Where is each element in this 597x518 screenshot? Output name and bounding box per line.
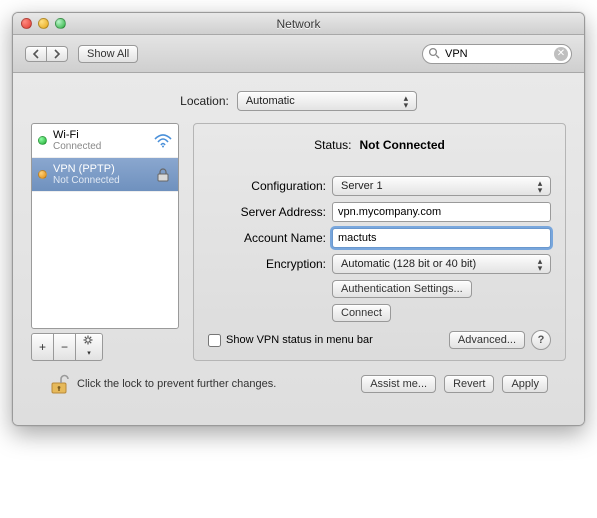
status-value: Not Connected [360, 138, 445, 152]
show-vpn-status-checkbox[interactable]: Show VPN status in menu bar [208, 334, 373, 347]
location-value: Automatic [246, 95, 295, 107]
lock-text: Click the lock to prevent further change… [77, 378, 276, 390]
advanced-button[interactable]: Advanced... [449, 331, 525, 349]
encryption-label: Encryption: [208, 257, 326, 271]
sidebar: Wi-Fi Connected VPN (PPTP) Not Connected [31, 123, 179, 361]
toolbar: Show All ✕ [13, 35, 584, 73]
search-field-wrap: ✕ [422, 44, 572, 64]
encryption-value: Automatic (128 bit or 40 bit) [341, 258, 476, 270]
location-select[interactable]: Automatic ▴▾ [237, 91, 417, 111]
help-button[interactable]: ? [531, 330, 551, 350]
show-vpn-status-checkbox-input[interactable] [208, 334, 221, 347]
clear-search-button[interactable]: ✕ [554, 47, 568, 61]
forward-button[interactable] [47, 46, 68, 62]
gear-icon [83, 335, 95, 345]
detail-panel: Status: Not Connected Configuration: Ser… [193, 123, 566, 361]
search-icon [428, 47, 441, 60]
updown-arrows-icon: ▴▾ [534, 258, 546, 272]
status-row: Status: Not Connected [208, 138, 551, 152]
list-item-text: Wi-Fi Connected [53, 129, 148, 152]
configuration-label: Configuration: [208, 179, 326, 193]
window-title: Network [13, 17, 584, 31]
updown-arrows-icon: ▴▾ [534, 180, 546, 194]
wifi-icon [154, 134, 172, 148]
revert-button[interactable]: Revert [444, 375, 494, 393]
add-interface-button[interactable]: + [31, 333, 54, 361]
network-prefs-window: Network Show All ✕ Location: Automatic ▴… [12, 12, 585, 426]
chevron-left-icon [32, 49, 40, 59]
status-dot-icon [38, 170, 47, 179]
chevron-right-icon [53, 49, 61, 59]
remove-interface-button[interactable]: − [54, 333, 76, 361]
interface-status: Not Connected [53, 175, 148, 186]
interface-status: Connected [53, 141, 148, 152]
updown-arrows-icon: ▴▾ [400, 95, 412, 109]
titlebar: Network [13, 13, 584, 35]
vpn-form: Configuration: Server 1 ▴▾ Server Addres… [208, 176, 551, 322]
account-name-label: Account Name: [208, 231, 326, 245]
minimize-window-button[interactable] [38, 18, 49, 29]
interface-name: Wi-Fi [53, 129, 148, 141]
status-dot-icon [38, 136, 47, 145]
authentication-settings-button[interactable]: Authentication Settings... [332, 280, 472, 298]
detail-bottom-row: Show VPN status in menu bar Advanced... … [208, 322, 551, 350]
panel-row: Wi-Fi Connected VPN (PPTP) Not Connected [31, 123, 566, 361]
show-vpn-status-label: Show VPN status in menu bar [226, 334, 373, 346]
interface-name: VPN (PPTP) [53, 163, 148, 175]
list-item-text: VPN (PPTP) Not Connected [53, 163, 148, 186]
interface-list[interactable]: Wi-Fi Connected VPN (PPTP) Not Connected [31, 123, 179, 329]
status-label: Status: [314, 138, 351, 152]
connect-button[interactable]: Connect [332, 304, 391, 322]
show-all-button[interactable]: Show All [78, 45, 138, 63]
traffic-lights [13, 18, 66, 29]
content: Location: Automatic ▴▾ Wi-Fi Connected [13, 73, 584, 425]
encryption-select[interactable]: Automatic (128 bit or 40 bit) ▴▾ [332, 254, 551, 274]
list-item[interactable]: VPN (PPTP) Not Connected [32, 158, 178, 192]
lock-icon [154, 168, 172, 182]
interface-actions-button[interactable]: ▾ [76, 333, 103, 361]
configuration-value: Server 1 [341, 180, 383, 192]
location-label: Location: [180, 94, 229, 108]
footer: Click the lock to prevent further change… [31, 361, 566, 411]
list-edit-buttons: + − ▾ [31, 333, 179, 361]
unlock-icon[interactable] [49, 373, 69, 395]
close-window-button[interactable] [21, 18, 32, 29]
list-item[interactable]: Wi-Fi Connected [32, 124, 178, 158]
apply-button[interactable]: Apply [502, 375, 548, 393]
nav-buttons [25, 46, 68, 62]
back-button[interactable] [25, 46, 47, 62]
server-address-field[interactable] [332, 202, 551, 222]
account-name-field[interactable] [332, 228, 551, 248]
assist-me-button[interactable]: Assist me... [361, 375, 436, 393]
configuration-select[interactable]: Server 1 ▴▾ [332, 176, 551, 196]
server-address-label: Server Address: [208, 205, 326, 219]
location-row: Location: Automatic ▴▾ [31, 91, 566, 111]
zoom-window-button[interactable] [55, 18, 66, 29]
search-input[interactable] [422, 44, 572, 64]
